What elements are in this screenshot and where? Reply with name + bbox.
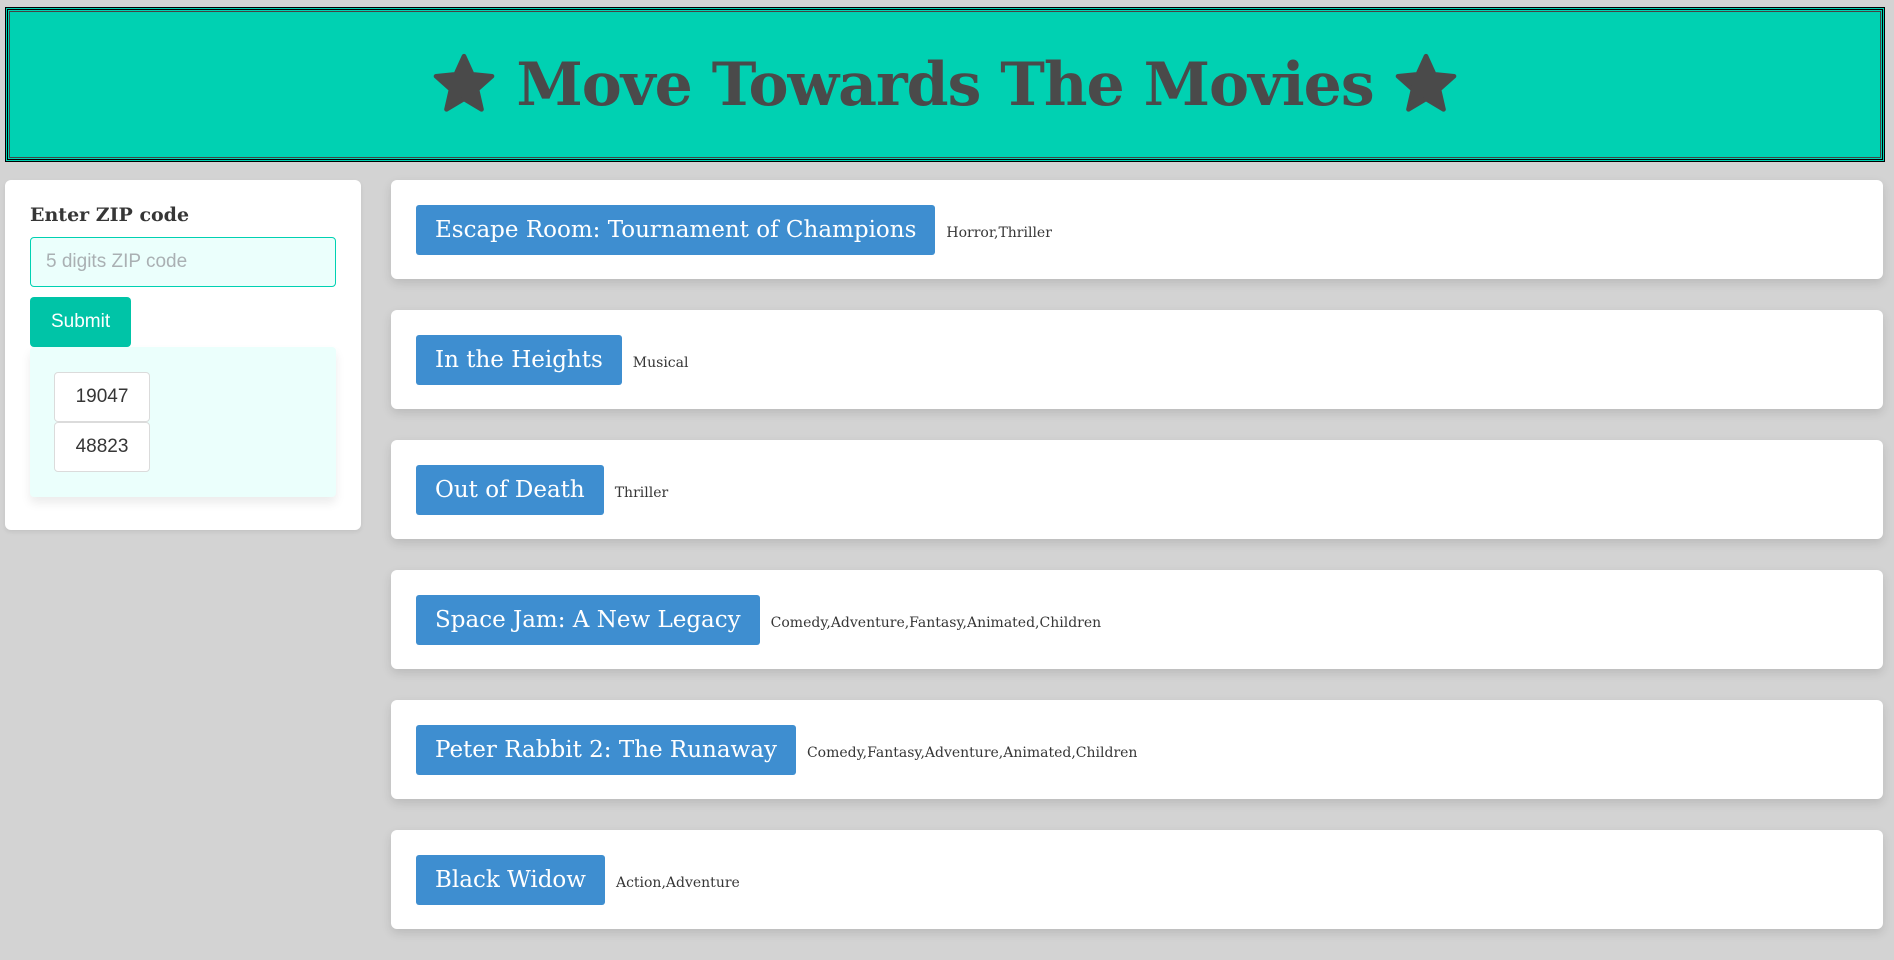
movie-title-button[interactable]: Out of Death <box>416 464 604 515</box>
movie-title-button[interactable]: Escape Room: Tournament of Champions <box>416 204 936 255</box>
movie-card: In the Heights Musical <box>391 310 1883 409</box>
movie-genres: Musical <box>632 354 689 371</box>
movie-title-button[interactable]: Peter Rabbit 2: The Runaway <box>416 724 796 775</box>
movie-card: Space Jam: A New Legacy Comedy,Adventure… <box>391 570 1883 669</box>
movie-card: Escape Room: Tournament of Champions Hor… <box>391 180 1883 279</box>
zip-history-panel: 19047 48823 <box>30 346 336 497</box>
zip-history-item[interactable]: 19047 <box>54 371 150 422</box>
zip-input[interactable] <box>30 236 336 287</box>
movie-genres: Thriller <box>614 484 669 501</box>
movie-list: Escape Room: Tournament of Champions Hor… <box>391 180 1883 960</box>
movie-title-button[interactable]: Space Jam: A New Legacy <box>416 594 760 645</box>
submit-button[interactable]: Submit <box>30 296 132 347</box>
movie-card: Peter Rabbit 2: The Runaway Comedy,Fanta… <box>391 700 1883 799</box>
movie-genres: Action,Adventure <box>615 874 740 891</box>
header-title-group: Move Towards The Movies <box>430 51 1459 119</box>
zip-history-item[interactable]: 48823 <box>54 421 150 472</box>
movie-title-button[interactable]: Black Widow <box>416 854 605 905</box>
movie-genres: Comedy,Fantasy,Adventure,Animated,Childr… <box>806 744 1138 761</box>
page-header: Move Towards The Movies <box>5 7 1885 162</box>
star-icon <box>434 53 495 112</box>
star-icon <box>1395 53 1456 112</box>
movie-title-button[interactable]: In the Heights <box>416 334 622 385</box>
movie-card: Out of Death Thriller <box>391 440 1883 539</box>
movie-genres: Horror,Thriller <box>946 224 1052 241</box>
movie-genres: Comedy,Adventure,Fantasy,Animated,Childr… <box>770 614 1102 631</box>
movie-card: Black Widow Action,Adventure <box>391 830 1883 929</box>
zip-label: Enter ZIP code <box>30 204 190 226</box>
zip-sidebar: Enter ZIP code Submit 19047 48823 <box>5 180 361 530</box>
page-title: Move Towards The Movies <box>516 49 1374 120</box>
